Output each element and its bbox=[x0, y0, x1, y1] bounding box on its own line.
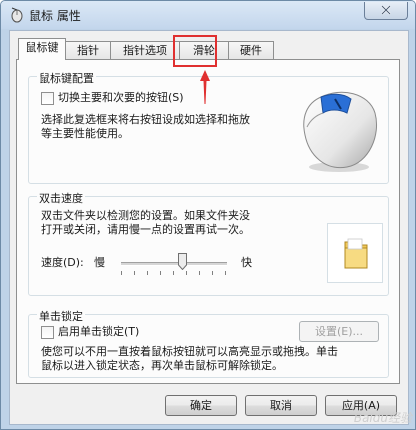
fast-label: 快 bbox=[241, 256, 252, 269]
tab-pointer-options[interactable]: 指针选项 bbox=[110, 41, 180, 59]
button-config-description-line1: 选择此复选框来将右按钮设成如选择和拖放 bbox=[41, 113, 250, 126]
slider-tick bbox=[121, 271, 122, 275]
slider-tick bbox=[134, 271, 135, 275]
buttons-tab-panel: 鼠标键配置 切换主要和次要的按钮(S) 选择此复选框来将右按钮设成如选择和拖放 … bbox=[16, 59, 400, 384]
slider-tick bbox=[160, 271, 161, 275]
slider-thumb[interactable] bbox=[177, 253, 187, 270]
test-folder-area[interactable] bbox=[327, 223, 383, 283]
click-lock-checkbox[interactable] bbox=[41, 326, 54, 339]
cancel-button[interactable]: 取消 bbox=[245, 395, 317, 416]
slow-label: 慢 bbox=[94, 256, 105, 269]
tab-label: 指针选项 bbox=[123, 44, 167, 57]
mouse-illustration-icon bbox=[303, 91, 377, 172]
switch-buttons-label: 切换主要和次要的按钮(S) bbox=[58, 91, 184, 104]
slider-tick bbox=[212, 271, 213, 275]
speed-label: 速度(D): bbox=[41, 256, 84, 269]
slider-tick bbox=[173, 271, 174, 275]
tab-label: 指针 bbox=[77, 44, 99, 57]
slider-tick bbox=[225, 271, 226, 275]
group-title: 鼠标键配置 bbox=[37, 70, 96, 86]
double-click-speed-slider[interactable] bbox=[117, 253, 233, 277]
click-lock-description-line1: 使您可以不用一直按着鼠标按钮就可以高亮显示或拖拽。单击 bbox=[41, 345, 338, 358]
wheel-tab-highlight-box bbox=[173, 35, 217, 67]
double-click-description-line2: 打开或关闭，请用慢一点的设置再试一次。 bbox=[41, 223, 250, 236]
slider-track bbox=[121, 262, 227, 266]
slider-tick bbox=[199, 271, 200, 275]
click-lock-description-line2: 鼠标以进入锁定状态，再次单击鼠标可解除锁定。 bbox=[41, 359, 283, 372]
mouse-app-icon bbox=[11, 7, 23, 23]
title-bar[interactable]: 鼠标 属性 bbox=[1, 1, 415, 29]
tab-label: 鼠标键 bbox=[25, 41, 59, 54]
folder-icon bbox=[344, 238, 368, 269]
mouse-properties-window: 鼠标 属性 鼠标键 指针 指针选项 滑轮 硬件 鼠标键配置 切换主要和次要的按钮… bbox=[0, 0, 416, 430]
tab-pointers[interactable]: 指针 bbox=[65, 41, 111, 59]
ok-button[interactable]: 确定 bbox=[165, 395, 237, 416]
click-lock-settings-button[interactable]: 设置(E)... bbox=[299, 321, 379, 342]
click-lock-group: 单击锁定 启用单击锁定(T) 设置(E)... 使您可以不用一直按着鼠标按钮就可… bbox=[28, 308, 389, 378]
tab-hardware[interactable]: 硬件 bbox=[228, 41, 274, 59]
double-click-speed-group: 双击速度 双击文件夹以检测您的设置。如果文件夹没 打开或关闭，请用慢一点的设置再… bbox=[28, 190, 389, 296]
tab-buttons[interactable]: 鼠标键 bbox=[18, 38, 66, 60]
close-icon bbox=[381, 5, 391, 15]
slider-tick bbox=[186, 271, 187, 275]
close-button[interactable] bbox=[364, 2, 408, 20]
tab-label: 硬件 bbox=[240, 44, 262, 57]
double-click-description-line1: 双击文件夹以检测您的设置。如果文件夹没 bbox=[41, 209, 250, 222]
group-title: 单击锁定 bbox=[37, 308, 85, 324]
window-title: 鼠标 属性 bbox=[29, 9, 81, 23]
button-config-description-line2: 等主要性能使用。 bbox=[41, 127, 129, 140]
click-lock-label: 启用单击锁定(T) bbox=[58, 325, 140, 338]
switch-buttons-checkbox[interactable] bbox=[41, 92, 54, 105]
watermark: Baidu经验 bbox=[353, 411, 412, 425]
group-title: 双击速度 bbox=[37, 190, 85, 206]
slider-tick bbox=[147, 271, 148, 275]
annotation-arrow-icon bbox=[200, 70, 210, 104]
